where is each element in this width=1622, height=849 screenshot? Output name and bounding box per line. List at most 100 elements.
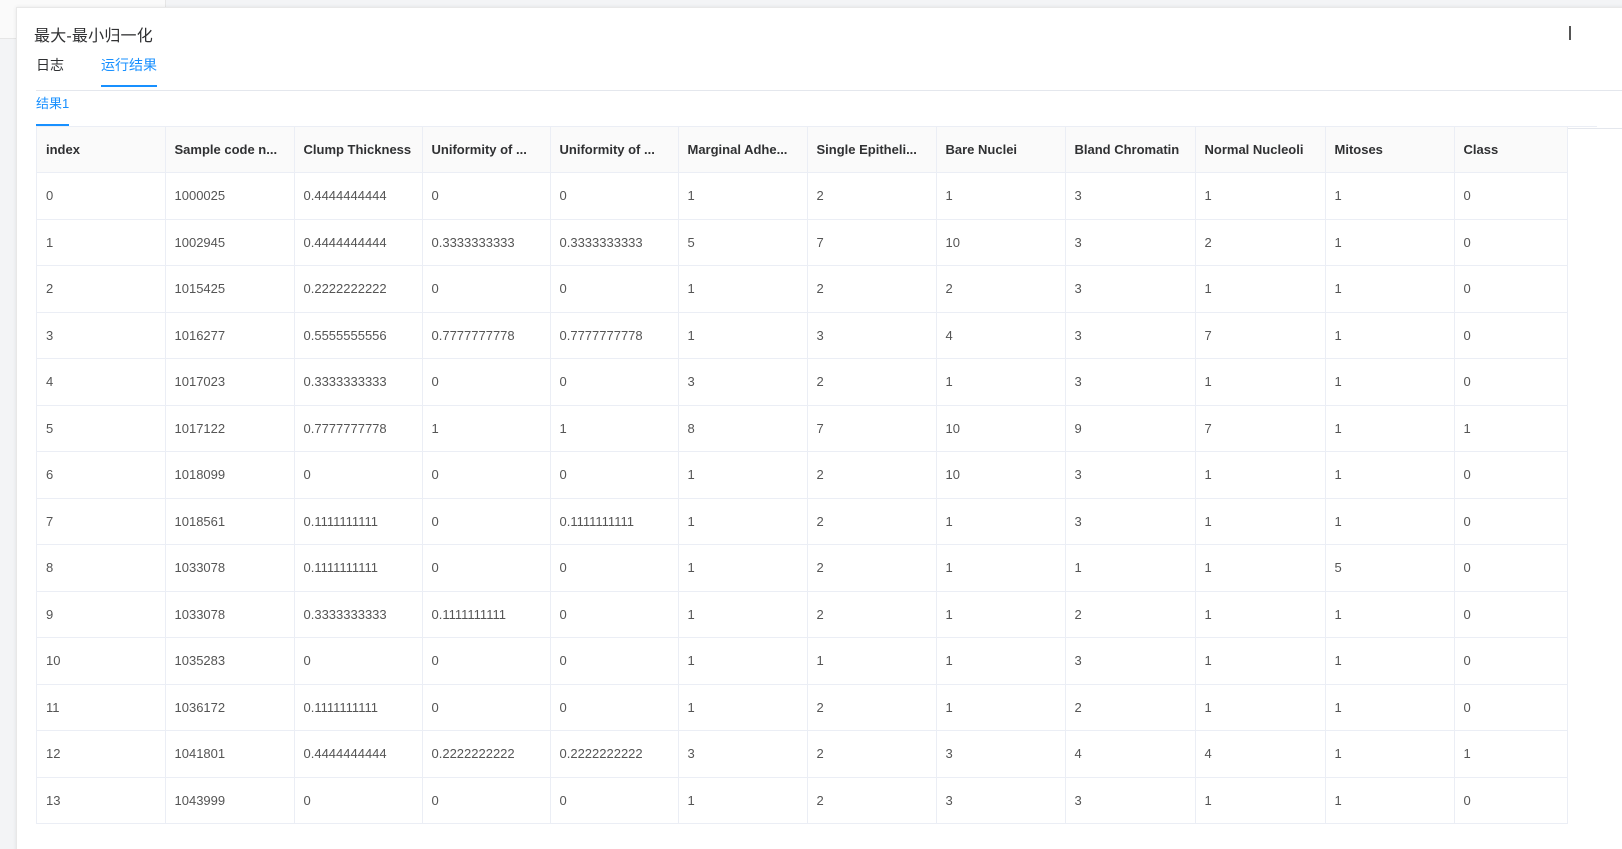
tab-log[interactable]: 日志 [36, 56, 64, 89]
table-cell: 1 [1325, 265, 1455, 313]
table-cell: 5 [678, 219, 808, 266]
table-cell: 2 [807, 544, 937, 592]
table-row: 7 1018561 0.1111111111 0 0.1111111111 1 2 1 3 1 1 0 [37, 498, 1568, 545]
table-cell: 0.2222222222 [550, 730, 679, 778]
table-cell: 3 [678, 358, 808, 406]
table-cell: 0.4444444444 [294, 730, 423, 778]
table-cell: 0 [422, 172, 551, 220]
table-cell: 7 [37, 498, 166, 545]
column-header[interactable]: Sample code n... [165, 127, 295, 173]
table-cell: 0 [422, 637, 551, 685]
table-cell: 1 [1325, 219, 1455, 266]
table-cell: 0.4444444444 [294, 219, 423, 266]
table-row: 13 1043999 0 0 0 1 2 3 3 1 1 0 [37, 777, 1568, 824]
table-cell: 1 [1454, 730, 1568, 778]
table-cell: 2 [807, 358, 937, 406]
table-cell: 2 [37, 265, 166, 313]
table-row: 3 1016277 0.5555555556 0.7777777778 0.777777… [37, 312, 1568, 359]
table-cell: 1 [1454, 405, 1568, 452]
column-header[interactable]: Clump Thickness [294, 127, 423, 173]
table-cell: 1 [1325, 637, 1455, 685]
table-cell: 1 [936, 544, 1066, 592]
table-cell: 1 [1195, 684, 1326, 731]
table-cell: 0 [550, 591, 679, 638]
result-table-container[interactable]: index Sample code n... Clump Thickness Unif… [36, 126, 1597, 824]
table-cell: 1 [936, 684, 1066, 731]
table-cell: 0 [1454, 312, 1568, 359]
column-header[interactable]: Single Epitheli... [807, 127, 937, 173]
table-cell: 2 [807, 730, 937, 778]
background-top-strip [0, 0, 1622, 7]
column-header[interactable]: Bland Chromatin [1065, 127, 1196, 173]
table-cell: 3 [807, 312, 937, 359]
column-header[interactable]: Uniformity of ... [550, 127, 679, 173]
table-cell: 0 [294, 451, 423, 499]
table-cell: 0 [1454, 451, 1568, 499]
table-cell: 0.3333333333 [294, 591, 423, 638]
table-cell: 1 [1065, 544, 1196, 592]
table-cell: 7 [807, 219, 937, 266]
table-cell: 0 [550, 451, 679, 499]
table-cell: 1 [1195, 358, 1326, 406]
table-cell: 0 [37, 172, 166, 220]
table-cell: 1 [1325, 498, 1455, 545]
table-cell: 1 [550, 405, 679, 452]
column-header[interactable]: Uniformity of ... [422, 127, 551, 173]
table-cell: 10 [936, 219, 1066, 266]
table-cell: 3 [37, 312, 166, 359]
table-cell: 1036172 [165, 684, 295, 731]
column-header[interactable]: index [37, 127, 166, 173]
table-cell: 0 [550, 684, 679, 731]
table-cell: 12 [37, 730, 166, 778]
table-cell: 0.2222222222 [294, 265, 423, 313]
table-cell: 11 [37, 684, 166, 731]
tab-run-result[interactable]: 运行结果 [101, 56, 157, 89]
table-cell: 1043999 [165, 777, 295, 824]
table-cell: 1 [1325, 591, 1455, 638]
table-row: 2 1015425 0.2222222222 0 0 1 2 2 3 1 1 0 [37, 265, 1568, 313]
table-cell: 0.7777777778 [550, 312, 679, 359]
column-header[interactable]: Normal Nucleoli [1195, 127, 1326, 173]
column-header[interactable]: Bare Nuclei [936, 127, 1066, 173]
table-row: 1 1002945 0.4444444444 0.3333333333 0.333333… [37, 219, 1568, 266]
table-cell: 2 [807, 451, 937, 499]
column-header[interactable]: Marginal Adhe... [678, 127, 808, 173]
tab-result-1[interactable]: 结果1 [36, 95, 70, 126]
table-cell: 0 [1454, 544, 1568, 592]
app-root: 最大-最小归一化 日志 运行结果 结果1 index Sample code n.… [0, 0, 1622, 849]
table-cell: 1 [936, 172, 1066, 220]
table-cell: 13 [37, 777, 166, 824]
table-cell: 0 [422, 684, 551, 731]
table-cell: 0 [422, 358, 551, 406]
table-cell: 0 [550, 777, 679, 824]
table-cell: 3 [1065, 219, 1196, 266]
table-cell: 3 [1065, 498, 1196, 545]
column-header[interactable]: Mitoses [1325, 127, 1455, 173]
table-cell: 1 [936, 637, 1066, 685]
table-cell: 4 [1065, 730, 1196, 778]
table-cell: 0.2222222222 [422, 730, 551, 778]
table-cell: 1 [678, 777, 808, 824]
table-cell: 2 [1065, 591, 1196, 638]
table-cell: 1017122 [165, 405, 295, 452]
table-cell: 3 [1065, 265, 1196, 313]
table-cell: 0 [1454, 172, 1568, 220]
table-cell: 0 [294, 637, 423, 685]
table-cell: 0 [294, 777, 423, 824]
table-cell: 1 [807, 637, 937, 685]
table-cell: 0 [1454, 358, 1568, 406]
table-cell: 3 [1065, 358, 1196, 406]
column-header[interactable]: Class [1454, 127, 1568, 173]
table-row: 11 1036172 0.1111111111 0 0 1 2 1 2 1 1 0 [37, 684, 1568, 731]
table-cell: 0 [422, 265, 551, 313]
close-icon[interactable] [1569, 26, 1571, 40]
table-cell: 1 [678, 498, 808, 545]
table-cell: 2 [807, 172, 937, 220]
dialog-title: 最大-最小归一化 [34, 28, 153, 45]
table-cell: 1015425 [165, 265, 295, 313]
table-cell: 1 [1325, 777, 1455, 824]
table-cell: 1 [1325, 358, 1455, 406]
table-cell: 3 [1065, 312, 1196, 359]
table-cell: 7 [1195, 312, 1326, 359]
table-cell: 2 [807, 265, 937, 313]
